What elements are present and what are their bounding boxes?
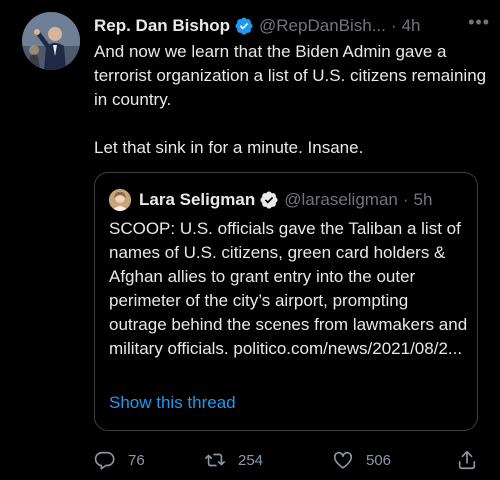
quoted-author-handle[interactable]: @laraseligman <box>284 190 398 210</box>
like-count: 506 <box>366 451 392 469</box>
more-options-icon[interactable]: ••• <box>468 12 490 33</box>
share-button[interactable] <box>456 446 490 474</box>
quoted-verified-badge-icon <box>259 190 279 210</box>
author-avatar[interactable] <box>22 12 80 70</box>
heart-icon <box>333 451 353 469</box>
author-name[interactable]: Rep. Dan Bishop <box>94 16 230 36</box>
quoted-tweet[interactable]: Lara Seligman @laraseligman · 5h SCOOP: … <box>94 172 478 431</box>
quoted-tweet-text: SCOOP: U.S. officials gave the Taliban a… <box>109 219 468 358</box>
tweet[interactable]: Rep. Dan Bishop @RepDanBish... · 4h ••• … <box>0 0 500 480</box>
show-thread-link[interactable]: Show this thread <box>109 393 236 413</box>
reply-icon <box>94 451 115 470</box>
like-button[interactable]: 506 <box>332 446 391 474</box>
tweet-header: Rep. Dan Bishop @RepDanBish... · 4h <box>94 13 488 39</box>
share-icon <box>458 450 476 470</box>
reply-button[interactable]: 76 <box>94 446 145 474</box>
quoted-tweet-header: Lara Seligman @laraseligman · 5h <box>109 187 467 213</box>
quoted-timestamp[interactable]: 5h <box>414 190 433 210</box>
tweet-timestamp[interactable]: 4h <box>402 16 421 36</box>
quoted-header-separator: · <box>402 190 409 209</box>
quoted-author-avatar[interactable] <box>109 189 131 211</box>
tweet-actions: 76 254 506 <box>94 446 490 474</box>
retweet-icon <box>205 453 225 467</box>
author-handle[interactable]: @RepDanBish... <box>259 16 386 36</box>
retweet-count: 254 <box>238 451 264 469</box>
quoted-author-name[interactable]: Lara Seligman <box>139 190 255 210</box>
retweet-button[interactable]: 254 <box>204 446 263 474</box>
verified-badge-icon <box>234 16 254 36</box>
header-separator: · <box>390 16 397 35</box>
tweet-text: And now we learn that the Biden Admin ga… <box>94 42 487 157</box>
reply-count: 76 <box>128 451 145 469</box>
